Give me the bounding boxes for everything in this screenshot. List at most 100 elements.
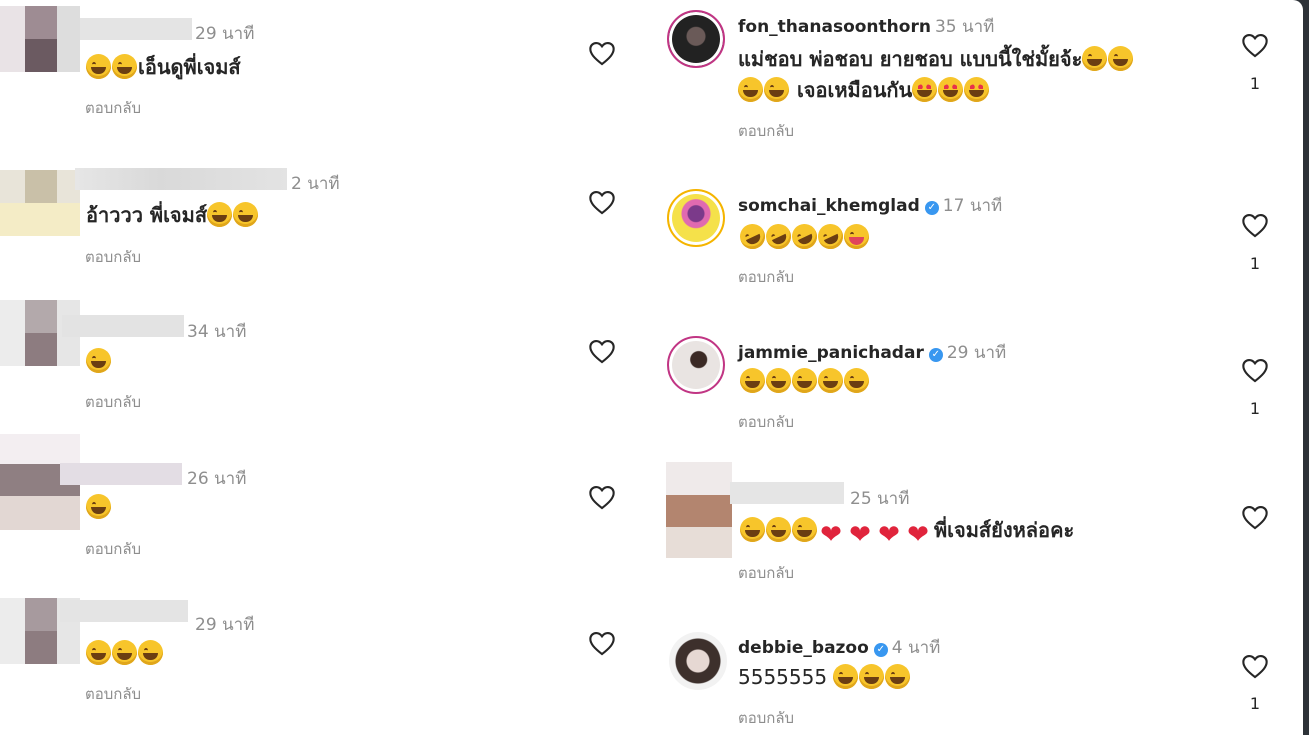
comment-text: [740, 366, 870, 396]
like-count[interactable]: 1: [1241, 694, 1269, 713]
comment-text: 5555555: [738, 662, 911, 692]
heart-outline-icon[interactable]: [1241, 653, 1269, 679]
laugh-emoji: [740, 368, 765, 393]
username[interactable]: somchai_khemglad: [738, 196, 920, 216]
heart-outline-icon[interactable]: [588, 338, 616, 364]
reply-button[interactable]: ตอบกลับ: [738, 410, 794, 434]
comment-time: 4 นาที: [891, 638, 941, 658]
rofl-emoji: [813, 219, 848, 254]
reply-button[interactable]: ตอบกลับ: [738, 561, 794, 585]
comment-time: 2 นาที: [291, 174, 340, 194]
laugh-emoji: [738, 77, 763, 102]
username-blurred[interactable]: [75, 168, 287, 190]
avatar-blurred[interactable]: [666, 462, 732, 558]
username-blurred[interactable]: [60, 600, 188, 622]
comment-text-body: พี่เจมส์ยังหล่อคะ: [934, 518, 1075, 542]
red-heart-emoji: ❤: [878, 520, 900, 550]
rofl-emoji: [761, 219, 796, 254]
laugh-emoji: [740, 517, 765, 542]
heart-outline-icon[interactable]: [1241, 32, 1269, 58]
comment-text: แม่ชอบ พ่อชอบ ยายชอบ แบบนี้ใช่มั้ยจ้ะ: [738, 44, 1134, 74]
laugh-emoji: [1082, 46, 1108, 71]
comment-time: 35 นาที: [934, 17, 995, 37]
comment-text-body: อ้าววว พี่เจมส์: [86, 203, 208, 227]
tongue-emoji: [844, 224, 869, 249]
username-blurred[interactable]: [62, 315, 184, 337]
verified-badge-icon: ✓: [928, 348, 943, 362]
avatar-blurred-part: [25, 6, 57, 39]
avatar-blurred-part: [25, 170, 57, 203]
laugh-emoji: [207, 202, 233, 227]
comment-text-line2: เจอเหมือนกัน: [738, 75, 990, 105]
avatar[interactable]: [667, 189, 725, 247]
heart-outline-icon[interactable]: [588, 630, 616, 656]
username-blurred[interactable]: [730, 482, 844, 504]
laugh-emoji: [86, 348, 111, 373]
avatar[interactable]: [669, 632, 727, 690]
reply-button[interactable]: ตอบกลับ: [85, 537, 141, 561]
laugh-emoji: [885, 664, 911, 689]
rofl-emoji: [735, 219, 770, 254]
heart-outline-icon[interactable]: [1241, 504, 1269, 530]
reply-button[interactable]: ตอบกลับ: [85, 96, 141, 120]
heart-eyes-emoji: [912, 77, 938, 102]
red-heart-emoji: ❤: [907, 520, 929, 550]
reply-button[interactable]: ตอบกลับ: [85, 682, 141, 706]
comments-panel: 29 นาที เอ็นดูพี่เจมส์ ตอบกลับ 2 นาที อ้…: [0, 0, 1303, 735]
avatar-blurred-part: [25, 598, 57, 631]
username-blurred[interactable]: [60, 463, 182, 485]
comment-text-body: แม่ชอบ พ่อชอบ ยายชอบ แบบนี้ใช่มั้ยจ้ะ: [738, 47, 1083, 71]
heart-outline-icon[interactable]: [1241, 212, 1269, 238]
avatar[interactable]: [667, 336, 725, 394]
verified-badge-icon: ✓: [873, 643, 888, 657]
laugh-emoji: [233, 202, 259, 227]
username-blurred[interactable]: [80, 18, 192, 40]
rofl-emoji: [787, 219, 822, 254]
comment-text: [86, 638, 164, 668]
comment-time: 29 นาที: [195, 24, 255, 44]
comment-text-body: เอ็นดูพี่เจมส์: [138, 55, 241, 79]
laugh-emoji: [1108, 46, 1134, 71]
laugh-emoji: [818, 368, 843, 393]
laugh-emoji: [764, 77, 789, 102]
laugh-emoji: [792, 517, 817, 542]
username[interactable]: fon_thanasoonthorn: [738, 17, 931, 37]
comment-text: ❤ ❤ ❤ ❤ พี่เจมส์ยังหล่อคะ: [740, 515, 1074, 548]
laugh-emoji: [86, 494, 111, 519]
reply-button[interactable]: ตอบกลับ: [738, 706, 794, 730]
reply-button[interactable]: ตอบกลับ: [738, 265, 794, 289]
avatar-blurred-part: [25, 300, 57, 333]
heart-eyes-emoji: [938, 77, 964, 102]
verified-badge-icon: ✓: [924, 201, 939, 215]
heart-outline-icon[interactable]: [1241, 357, 1269, 383]
comment-text-body: 5555555: [738, 665, 828, 689]
comment-time: 17 นาที: [942, 196, 1003, 216]
comment-text: [86, 346, 112, 376]
red-heart-emoji: ❤: [849, 520, 871, 550]
heart-outline-icon[interactable]: [588, 40, 616, 66]
comment-text: เอ็นดูพี่เจมส์: [86, 52, 241, 82]
comment-time: 29 นาที: [195, 615, 255, 635]
username[interactable]: jammie_panichadar: [738, 343, 924, 363]
heart-outline-icon[interactable]: [588, 189, 616, 215]
laugh-emoji: [112, 54, 137, 79]
avatar[interactable]: [667, 10, 725, 68]
comment-text: อ้าววว พี่เจมส์: [86, 200, 259, 230]
like-count[interactable]: 1: [1241, 74, 1269, 93]
laugh-emoji: [138, 640, 163, 665]
username[interactable]: debbie_bazoo: [738, 638, 869, 658]
like-count[interactable]: 1: [1241, 254, 1269, 273]
laugh-emoji: [833, 664, 859, 689]
heart-eyes-emoji: [964, 77, 990, 102]
laugh-emoji: [792, 368, 817, 393]
comment-text: [735, 219, 870, 254]
laugh-emoji: [844, 368, 869, 393]
reply-button[interactable]: ตอบกลับ: [85, 390, 141, 414]
comment-text: [86, 492, 112, 522]
reply-button[interactable]: ตอบกลับ: [85, 245, 141, 269]
heart-outline-icon[interactable]: [588, 484, 616, 510]
reply-button[interactable]: ตอบกลับ: [738, 119, 794, 143]
comment-time: 34 นาที: [187, 322, 247, 342]
laugh-emoji: [112, 640, 137, 665]
like-count[interactable]: 1: [1241, 399, 1269, 418]
